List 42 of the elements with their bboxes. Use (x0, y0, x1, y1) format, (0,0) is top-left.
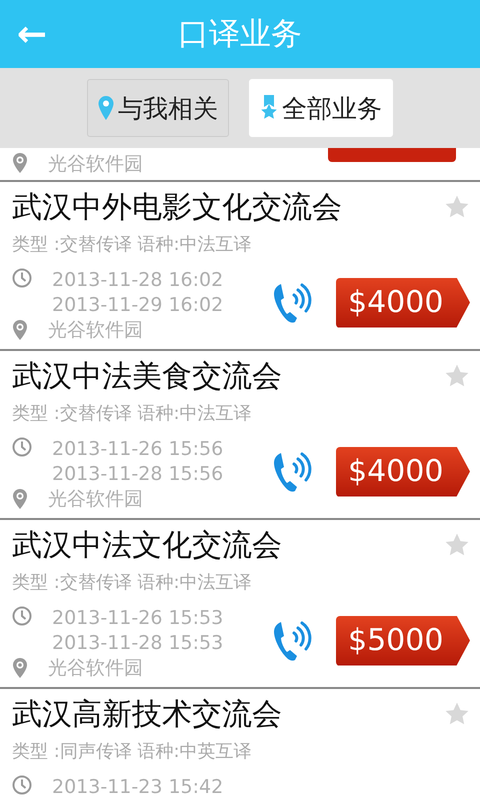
screen-title: 口译业务 (177, 15, 303, 54)
tab[interactable]: 全部业务 (249, 79, 393, 137)
price-tag[interactable]: $4000 (336, 446, 470, 496)
location-text: 光谷软件园 (48, 152, 143, 176)
start-time: 2013-11-28 16:02 (52, 268, 224, 293)
phone-icon[interactable] (272, 280, 312, 324)
price-tag[interactable]: $4000 (336, 278, 470, 328)
start-time: 2013-11-26 15:53 (52, 606, 224, 631)
event-title: 武汉中法美食交流会 (12, 358, 282, 396)
location-pin-icon (12, 658, 28, 680)
phone-icon[interactable] (272, 618, 312, 662)
star-icon[interactable] (444, 194, 470, 220)
event-info: 类型 :同声传译 语种:中英互译 (12, 740, 253, 764)
location-text: 光谷软件园 (48, 487, 143, 512)
price-tag[interactable]: $5000 (336, 616, 470, 666)
star-icon[interactable] (444, 701, 470, 727)
event-title: 武汉中法文化交流会 (12, 526, 282, 564)
clock-icon (12, 606, 32, 626)
event-title: 武汉高新技术交流会 (12, 696, 282, 734)
end-time: 2013-11-29 16:02 (52, 293, 224, 318)
star-icon[interactable] (444, 363, 470, 389)
phone-icon[interactable] (272, 450, 312, 494)
event-info: 类型 :交替传译 语种:中法互译 (12, 233, 253, 257)
star-icon[interactable] (444, 532, 470, 558)
event-info: 类型 :交替传译 语种:中法互译 (12, 571, 253, 595)
start-time: 2013-11-23 15:42 (52, 775, 224, 800)
location-text: 光谷软件园 (48, 656, 143, 681)
clock-icon (12, 775, 32, 795)
location-text: 光谷软件园 (48, 318, 143, 343)
ribbon-star-icon (260, 95, 278, 121)
end-time: 2013-11-28 15:56 (52, 462, 224, 487)
event-title: 武汉中外电影文化交流会 (12, 188, 342, 226)
clock-icon (12, 268, 32, 288)
end-time: 2013-11-28 15:53 (52, 631, 224, 656)
location-pin-icon (12, 320, 28, 342)
location-pin-icon (12, 488, 28, 510)
event-info: 类型 :交替传译 语种:中法互译 (12, 402, 253, 426)
start-time: 2013-11-26 15:56 (52, 437, 224, 462)
location-pin-icon (12, 153, 28, 175)
clock-icon (12, 437, 32, 457)
tab[interactable]: 与我相关 (87, 79, 229, 137)
location-pin-icon (98, 96, 114, 120)
